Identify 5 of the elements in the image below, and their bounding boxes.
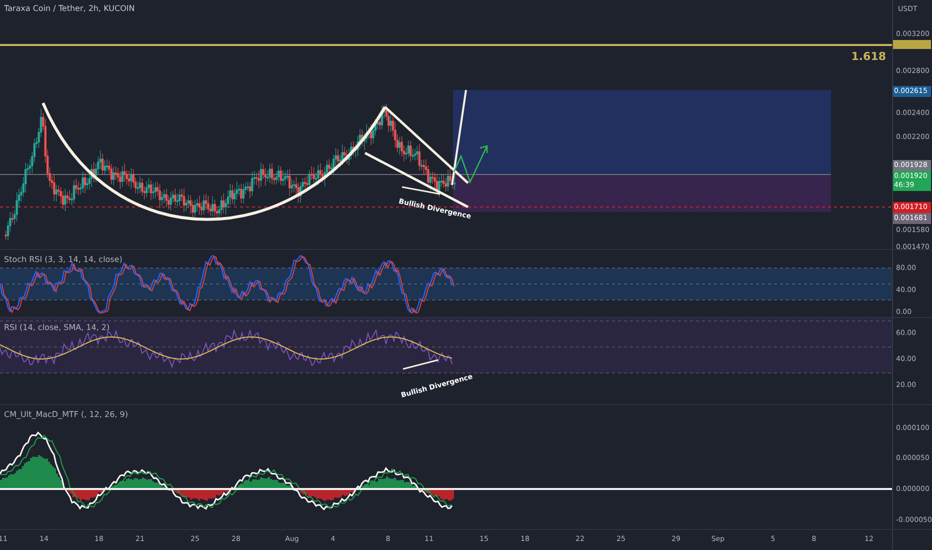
fibonacci-label: 1.618: [851, 50, 886, 63]
indicator-title: CM_Ult_MacD_MTF (, 12, 26, 9): [4, 410, 128, 419]
indicator-title: Stoch RSI (3, 3, 14, 14, close): [4, 255, 122, 264]
indicator-title: RSI (14, close, SMA, 14, 2): [4, 323, 110, 332]
chart-title: Taraxa Coin / Tether, 2h, KUCOIN: [4, 4, 135, 13]
